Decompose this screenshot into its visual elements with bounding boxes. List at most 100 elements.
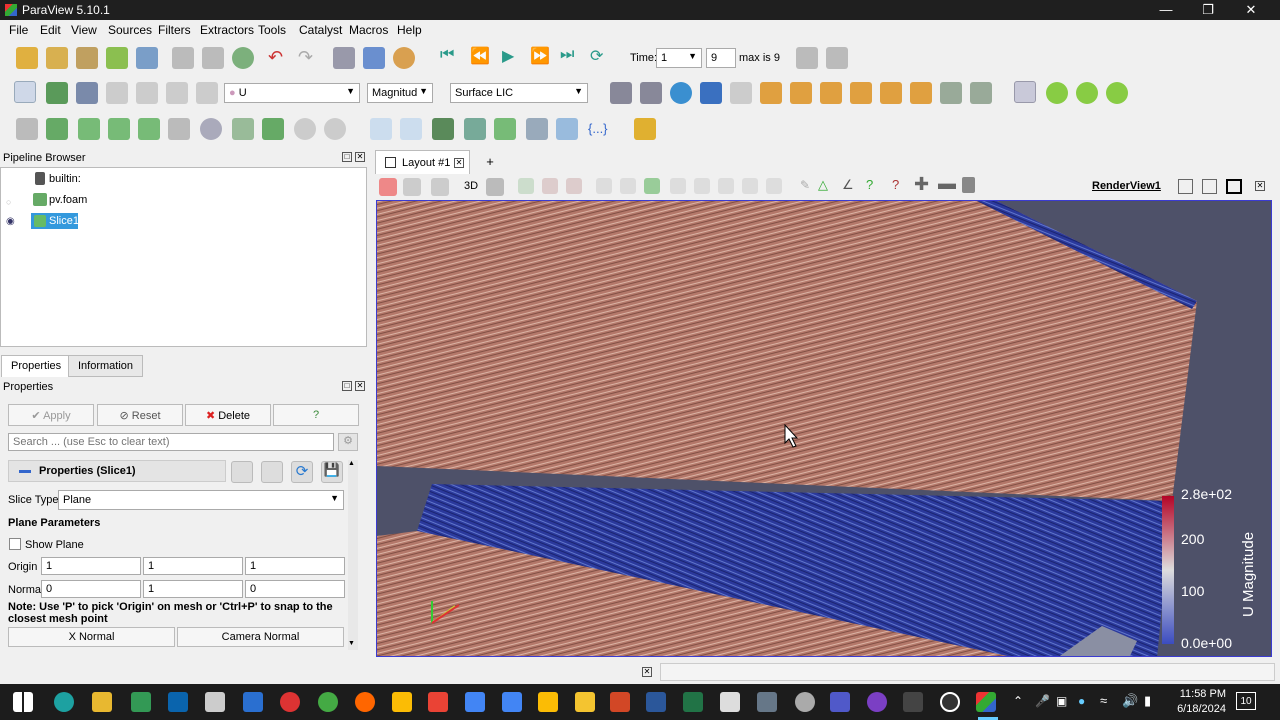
normal-z-input[interactable]: 0 [245,580,345,598]
connect-icon[interactable] [106,47,128,69]
file-explorer-icon[interactable] [92,692,112,712]
origin-x-input[interactable]: 1 [41,557,141,575]
time-inspector-icon[interactable] [796,47,818,69]
slides-icon[interactable] [538,692,558,712]
menu-tools[interactable]: Tools [258,23,286,37]
play-icon[interactable]: ▶ [502,46,514,66]
windows-start-icon[interactable] [13,692,33,712]
find-data-icon[interactable]: ? [892,177,899,192]
undock-icon[interactable]: □ [342,381,352,391]
pipeline-item[interactable]: pv.foam [49,194,87,206]
toggle-color-legend-icon[interactable] [14,81,36,103]
eye-hidden-icon[interactable]: ○ [6,197,11,207]
undock-icon[interactable]: □ [342,152,352,162]
show-center-icon[interactable] [1106,82,1128,104]
word-icon[interactable] [646,692,666,712]
rescale-custom-icon[interactable] [106,82,128,104]
menu-sources[interactable]: Sources [108,23,152,37]
calculator-icon[interactable] [16,118,38,140]
shrink-selection-icon[interactable] [766,178,782,194]
load-state-icon[interactable] [202,47,224,69]
edge-browser-icon[interactable] [54,692,74,712]
app-green-icon[interactable] [318,692,338,712]
redo-icon[interactable]: ↷ [298,47,313,68]
excel-icon[interactable] [683,692,703,712]
stream-tracer-icon[interactable] [232,118,254,140]
python-script-icon[interactable]: {...} [588,121,608,136]
show-plane-checkbox[interactable] [9,538,21,550]
normal-x-input[interactable]: 0 [41,580,141,598]
color-legend-bar[interactable] [1162,496,1174,644]
select-points-through-icon[interactable] [596,178,612,194]
select-blocks-icon[interactable] [644,178,660,194]
close-panel-icon[interactable]: ✕ [355,381,365,391]
open-recent-icon[interactable] [46,47,68,69]
close-panel-icon[interactable]: ✕ [355,152,365,162]
minimize-button[interactable]: — [1158,2,1174,18]
taskbar-time[interactable]: 11:58 PM [1166,688,1226,700]
next-frame-icon[interactable]: ⏩ [530,46,550,66]
previous-frame-icon[interactable]: ⏪ [470,46,490,66]
subtract-selection-icon[interactable]: ▬ [938,173,956,194]
select-points-on-icon[interactable] [542,178,558,194]
refresh-icon[interactable]: ⟳ [291,461,313,483]
slice-icon[interactable] [108,118,130,140]
microphone-icon[interactable]: 🎤 [1035,694,1050,708]
gmail-icon[interactable] [428,692,448,712]
view-plus-y-icon[interactable] [820,82,842,104]
add-layout-button[interactable]: + [478,150,502,174]
clock-app-icon[interactable] [940,692,960,712]
glyph-icon[interactable] [200,118,222,140]
representation-select[interactable]: Surface LIC ▼ [450,83,588,103]
surface-lic-visualization[interactable]: 2.8e+02 200 100 0.0e+00 U Magnitude [377,201,1272,657]
component-select[interactable]: Magnitud ▼ [367,83,433,103]
copy-icon[interactable] [231,461,253,483]
origin-z-input[interactable]: 1 [245,557,345,575]
edit-colormap-icon[interactable] [46,82,68,104]
view-plus-x-icon[interactable] [760,82,782,104]
extract-time-icon[interactable] [526,118,548,140]
angle-icon[interactable]: ∠ [842,177,854,193]
zoom-selection-icon[interactable] [486,178,504,196]
plot-over-line-icon[interactable] [370,118,392,140]
delete-button[interactable]: ✖ Delete [185,404,271,426]
view-minus-y-icon[interactable] [850,82,872,104]
query-icon[interactable]: ? [866,177,873,192]
help-button[interactable]: ? [273,404,359,426]
undo-icon[interactable]: ↶ [268,47,283,68]
view-settings-icon[interactable] [403,178,421,196]
apply-button[interactable]: ✔ Apply [8,404,94,426]
app-icon[interactable] [131,692,151,712]
rescale-temporal-icon[interactable] [136,82,158,104]
menu-help[interactable]: Help [397,23,422,37]
interactive-zoom-icon[interactable] [730,82,752,104]
zoom-to-box-icon[interactable] [670,82,692,104]
drive-icon[interactable] [392,692,412,712]
close-button[interactable]: ✕ [1243,2,1259,18]
menu-file[interactable]: File [9,23,28,37]
keep-icon[interactable] [575,692,595,712]
paste-icon[interactable] [261,461,283,483]
python-calc-icon[interactable] [556,118,578,140]
tab-layout-1[interactable]: Layout #1 ✕ [375,150,470,174]
disconnect-icon[interactable] [136,47,158,69]
tab-properties[interactable]: Properties [1,355,72,377]
last-frame-icon[interactable]: ⏭ [560,46,574,64]
hover-points-icon[interactable] [694,178,710,194]
camera-undo-icon[interactable] [333,47,355,69]
tray-chevron-icon[interactable]: ⌃ [1013,694,1023,708]
normal-y-input[interactable]: 1 [143,580,243,598]
menu-catalyst[interactable]: Catalyst [299,23,342,37]
maximize-view-icon[interactable] [1226,179,1242,194]
toggle-3d-button[interactable]: 3D [464,180,478,192]
open-file-icon[interactable] [16,47,38,69]
close-tab-icon[interactable]: ✕ [454,158,464,168]
warp-vector-icon[interactable] [262,118,284,140]
loop-icon[interactable]: ⟳ [590,46,603,66]
menu-edit[interactable]: Edit [40,23,61,37]
time-select[interactable]: 1 ▼ [656,48,702,68]
contour-icon[interactable] [46,118,68,140]
properties-scrollbar[interactable]: ▲ ▼ [348,460,358,650]
scroll-down-icon[interactable]: ▼ [348,640,355,647]
rotate-minus-90-icon[interactable] [970,82,992,104]
